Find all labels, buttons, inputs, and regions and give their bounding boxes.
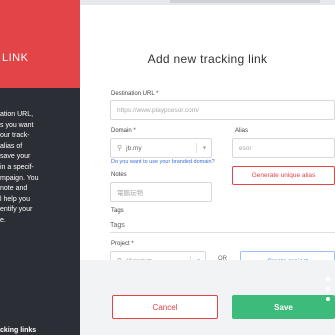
tags-value: Tags (110, 221, 125, 229)
notes-input[interactable]: 電腦玩物 (110, 182, 212, 202)
alias-input[interactable]: esor (232, 138, 335, 158)
generate-alias-button[interactable]: Generate unique alias (232, 166, 335, 185)
sidebar-description: ation URL, s you want our track- alias o… (0, 111, 39, 224)
tags-label: Tags (111, 208, 124, 214)
add-tracking-link-modal: Add new tracking link Destination URL * … (80, 5, 335, 335)
notes-value: 電腦玩物 (117, 190, 143, 197)
select-separator (196, 143, 197, 153)
modal-title: Add new tracking link (147, 52, 268, 66)
tags-underline (110, 232, 335, 233)
dot (326, 277, 330, 281)
tags-input[interactable]: Tags (110, 218, 335, 232)
branded-domain-link[interactable]: Do you want to use your branded domain? (111, 159, 215, 165)
domain-value: jb.my (126, 144, 142, 152)
alias-value: esor (239, 144, 252, 152)
notes-label: Notes (111, 172, 127, 178)
cancel-button[interactable]: Cancel (112, 295, 218, 319)
sidebar: LINK ation URL, s you want our track- al… (0, 0, 80, 335)
destination-url-input[interactable]: https://www.playpcesor.com/ (110, 100, 335, 120)
alias-label: Alias (235, 128, 249, 134)
sidebar-header: LINK (0, 0, 80, 88)
destination-url-label: Destination URL * (111, 91, 159, 97)
sidebar-footer-link[interactable]: cking links (0, 327, 36, 334)
dot (326, 287, 330, 291)
chevron-down-icon: ▾ (202, 145, 206, 152)
project-label: Project * (111, 241, 134, 247)
save-button[interactable]: Save (232, 295, 335, 319)
domain-label: Domain * (111, 128, 136, 134)
search-icon: ⚲ (117, 145, 123, 152)
more-options-icon[interactable] (324, 277, 332, 301)
background-header-bar (170, 0, 320, 3)
domain-select[interactable]: ⚲ jb.my ▾ (110, 138, 212, 158)
dot (326, 297, 330, 301)
sidebar-title: LINK (2, 52, 29, 64)
destination-url-placeholder: https://www.playpcesor.com/ (117, 106, 200, 114)
